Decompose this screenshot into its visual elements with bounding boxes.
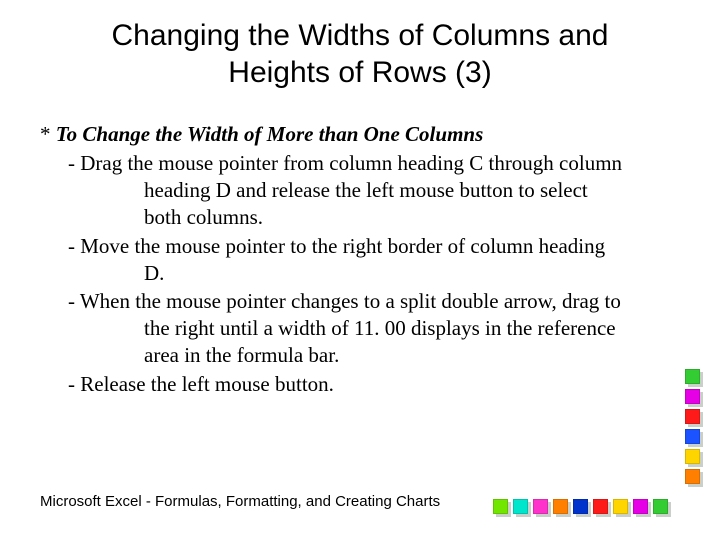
color-square-icon [685,449,700,464]
color-square-icon [633,499,648,514]
color-square-icon [685,429,700,444]
bullet-marker: * [40,122,56,146]
color-square-icon [553,499,568,514]
list-item: - Move the mouse pointer to the right bo… [40,233,680,287]
color-square-icon [685,469,700,484]
decorative-squares-right [685,369,700,484]
color-square-icon [533,499,548,514]
color-square-icon [685,389,700,404]
list-item: - Release the left mouse button. [40,371,680,398]
slide-title: Changing the Widths of Columns and Heigh… [80,18,640,91]
color-square-icon [513,499,528,514]
color-square-icon [685,369,700,384]
slide-body: * To Change the Width of More than One C… [40,121,680,398]
decorative-squares-bottom [493,499,668,514]
color-square-icon [685,409,700,424]
list-item: - Drag the mouse pointer from column hea… [40,150,680,231]
list-item: - When the mouse pointer changes to a sp… [40,288,680,369]
color-square-icon [593,499,608,514]
color-square-icon [653,499,668,514]
color-square-icon [613,499,628,514]
subheading: To Change the Width of More than One Col… [56,122,484,146]
color-square-icon [573,499,588,514]
color-square-icon [493,499,508,514]
footer-text: Microsoft Excel - Formulas, Formatting, … [40,493,440,510]
slide: Changing the Widths of Columns and Heigh… [0,0,720,540]
subheading-line: * To Change the Width of More than One C… [40,121,680,148]
